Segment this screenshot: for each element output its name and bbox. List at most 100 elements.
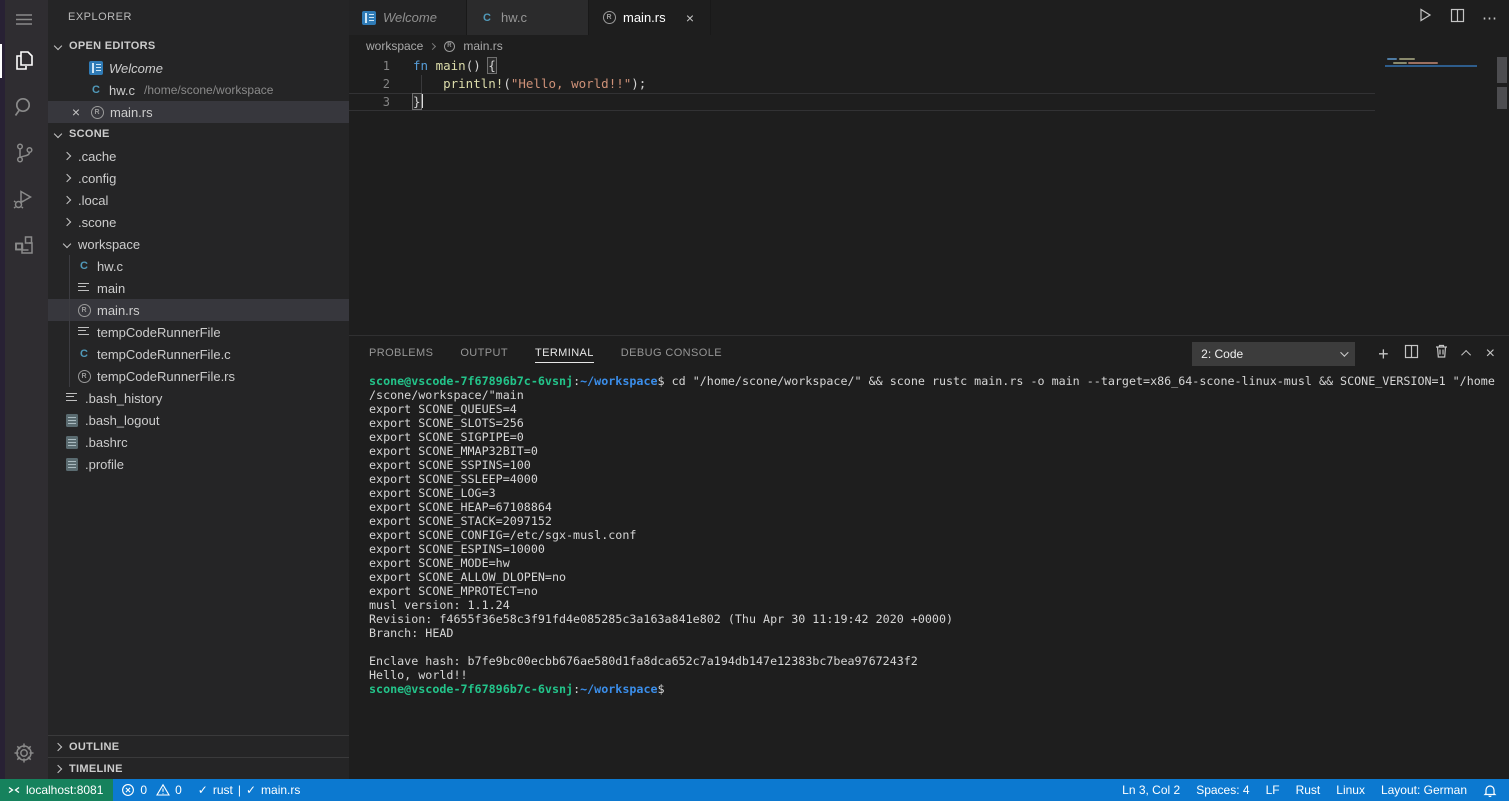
tab-hwc[interactable]: C hw.c bbox=[467, 0, 589, 35]
tree-file-main[interactable]: main bbox=[48, 277, 349, 299]
terminal-line: export SCONE_QUEUES=4 bbox=[369, 402, 1509, 416]
folder-header-scone[interactable]: SCONE bbox=[48, 123, 349, 145]
tree-file-tempcoderunnerfile-c[interactable]: C tempCodeRunnerFile.c bbox=[48, 343, 349, 365]
explorer-sidebar: EXPLORER OPEN EDITORS Welcome C hw.c /ho… bbox=[48, 0, 349, 779]
welcome-book-icon bbox=[88, 60, 104, 76]
breadcrumb-file[interactable]: main.rs bbox=[463, 39, 502, 53]
line-number[interactable]: 3 bbox=[349, 93, 390, 111]
open-editor-hwc[interactable]: C hw.c /home/scone/workspace bbox=[48, 79, 349, 101]
settings-gear-icon[interactable] bbox=[0, 727, 48, 779]
menu-icon[interactable] bbox=[0, 0, 48, 38]
scrollbar-thumb[interactable] bbox=[1497, 87, 1507, 109]
new-terminal-icon[interactable]: + bbox=[1378, 345, 1389, 363]
terminal-line: /scone/workspace/"main bbox=[369, 388, 1509, 402]
tree-folder-config[interactable]: .config bbox=[48, 167, 349, 189]
tab-terminal-active[interactable]: TERMINAL bbox=[535, 344, 594, 363]
code-line-3-current: 3 } bbox=[349, 93, 1375, 111]
tree-folder-local[interactable]: .local bbox=[48, 189, 349, 211]
eol-sequence[interactable]: LF bbox=[1258, 779, 1288, 801]
code-editor[interactable]: 1 fn main() { 2 println!("Hello, world!!… bbox=[349, 57, 1509, 335]
extensions-icon[interactable] bbox=[0, 222, 48, 268]
os-indicator[interactable]: Linux bbox=[1328, 779, 1373, 801]
minimap[interactable] bbox=[1385, 57, 1495, 335]
sidebar-title: EXPLORER bbox=[48, 0, 349, 35]
tree-file-tempcoderunnerfile-rs[interactable]: R tempCodeRunnerFile.rs bbox=[48, 365, 349, 387]
sidebar-empty-space bbox=[48, 475, 349, 735]
notifications-bell-icon[interactable] bbox=[1475, 779, 1509, 801]
tree-folder-scone[interactable]: .scone bbox=[48, 211, 349, 233]
config-file-icon bbox=[64, 412, 80, 428]
breadcrumb-folder[interactable]: workspace bbox=[366, 39, 423, 53]
terminal-line bbox=[369, 640, 1509, 654]
editor-actions: ⋯ bbox=[1417, 0, 1497, 35]
run-debug-icon[interactable] bbox=[0, 176, 48, 222]
terminal-output[interactable]: scone@vscode-7f67896b7c-6vsnj:~/workspac… bbox=[349, 371, 1509, 779]
indentation[interactable]: Spaces: 4 bbox=[1188, 779, 1257, 801]
remote-port-indicator[interactable]: localhost:8081 bbox=[0, 779, 113, 801]
tab-welcome[interactable]: Welcome bbox=[349, 0, 467, 35]
line-number[interactable]: 2 bbox=[349, 75, 390, 93]
tab-problems[interactable]: PROBLEMS bbox=[369, 344, 433, 363]
tab-debug-console[interactable]: DEBUG CONSOLE bbox=[621, 344, 722, 363]
close-icon[interactable]: × bbox=[68, 104, 84, 120]
c-file-icon: C bbox=[479, 10, 495, 26]
tree-file-tempcoderunnerfile[interactable]: tempCodeRunnerFile bbox=[48, 321, 349, 343]
chevron-down-icon bbox=[1340, 348, 1348, 356]
tab-mainrs-active[interactable]: R main.rs × bbox=[589, 0, 711, 35]
tree-folder-workspace[interactable]: workspace bbox=[48, 233, 349, 255]
editor-group: Welcome C hw.c R main.rs × ⋯ bbox=[349, 0, 1509, 779]
indent-guide bbox=[69, 255, 70, 387]
split-editor-icon[interactable] bbox=[1450, 8, 1465, 28]
tree-folder-cache[interactable]: .cache bbox=[48, 145, 349, 167]
chevron-right-icon bbox=[63, 174, 71, 182]
close-panel-icon[interactable]: × bbox=[1486, 346, 1495, 362]
run-file-icon[interactable] bbox=[1417, 7, 1433, 28]
breadcrumb: workspace R main.rs bbox=[349, 35, 1509, 57]
status-bar: localhost:8081 0 0 ✓ rust | ✓ main.rs Ln… bbox=[0, 779, 1509, 801]
timeline-header[interactable]: TIMELINE bbox=[48, 757, 349, 779]
source-control-icon[interactable] bbox=[0, 130, 48, 176]
maximize-panel-icon[interactable] bbox=[1461, 350, 1471, 360]
keyboard-layout[interactable]: Layout: German bbox=[1373, 779, 1475, 801]
chevron-down-icon bbox=[54, 130, 62, 138]
close-icon[interactable]: × bbox=[682, 10, 698, 26]
line-number[interactable]: 1 bbox=[349, 57, 390, 75]
rust-file-icon: R bbox=[89, 104, 105, 120]
tree-file-profile[interactable]: .profile bbox=[48, 453, 349, 475]
text-file-icon bbox=[76, 324, 92, 340]
tree-file-bash-history[interactable]: .bash_history bbox=[48, 387, 349, 409]
problems-indicator[interactable]: 0 0 bbox=[113, 779, 189, 801]
tab-output[interactable]: OUTPUT bbox=[460, 344, 508, 363]
scrollbar-thumb[interactable] bbox=[1497, 57, 1507, 83]
search-icon[interactable] bbox=[0, 84, 48, 130]
chevron-right-icon bbox=[63, 152, 71, 160]
terminal-command-line: scone@vscode-7f67896b7c-6vsnj:~/workspac… bbox=[369, 374, 1509, 388]
explorer-icon[interactable] bbox=[0, 38, 48, 84]
config-file-icon bbox=[64, 434, 80, 450]
split-terminal-icon[interactable] bbox=[1404, 344, 1419, 364]
terminal-selector-dropdown[interactable]: 2: Code bbox=[1192, 342, 1355, 366]
tree-file-mainrs[interactable]: R main.rs bbox=[48, 299, 349, 321]
outline-header[interactable]: OUTLINE bbox=[48, 735, 349, 757]
rust-file-icon: R bbox=[76, 368, 92, 384]
activity-bar-spacer bbox=[0, 268, 48, 727]
tree-file-bash-logout[interactable]: .bash_logout bbox=[48, 409, 349, 431]
editor-scrollbar[interactable] bbox=[1495, 57, 1509, 335]
chevron-down-icon bbox=[63, 240, 71, 248]
language-mode[interactable]: Rust bbox=[1288, 779, 1329, 801]
terminal-line: export SCONE_SLOTS=256 bbox=[369, 416, 1509, 430]
tree-file-bashrc[interactable]: .bashrc bbox=[48, 431, 349, 453]
more-actions-icon[interactable]: ⋯ bbox=[1482, 9, 1497, 27]
c-file-icon: C bbox=[88, 82, 104, 98]
terminal-line: export SCONE_ALLOW_DLOPEN=no bbox=[369, 570, 1509, 584]
task-status[interactable]: ✓ rust | ✓ main.rs bbox=[190, 779, 309, 801]
tree-file-hwc[interactable]: C hw.c bbox=[48, 255, 349, 277]
rust-file-icon: R bbox=[442, 39, 456, 53]
open-editors-header[interactable]: OPEN EDITORS bbox=[48, 35, 349, 57]
terminal-line: Enclave hash: b7fe9bc00ecbb676ae580d1fa8… bbox=[369, 654, 1509, 668]
kill-terminal-trash-icon[interactable] bbox=[1434, 343, 1449, 364]
error-icon bbox=[121, 783, 135, 797]
open-editor-mainrs[interactable]: × R main.rs bbox=[48, 101, 349, 123]
open-editor-welcome[interactable]: Welcome bbox=[48, 57, 349, 79]
cursor-position[interactable]: Ln 3, Col 2 bbox=[1114, 779, 1188, 801]
